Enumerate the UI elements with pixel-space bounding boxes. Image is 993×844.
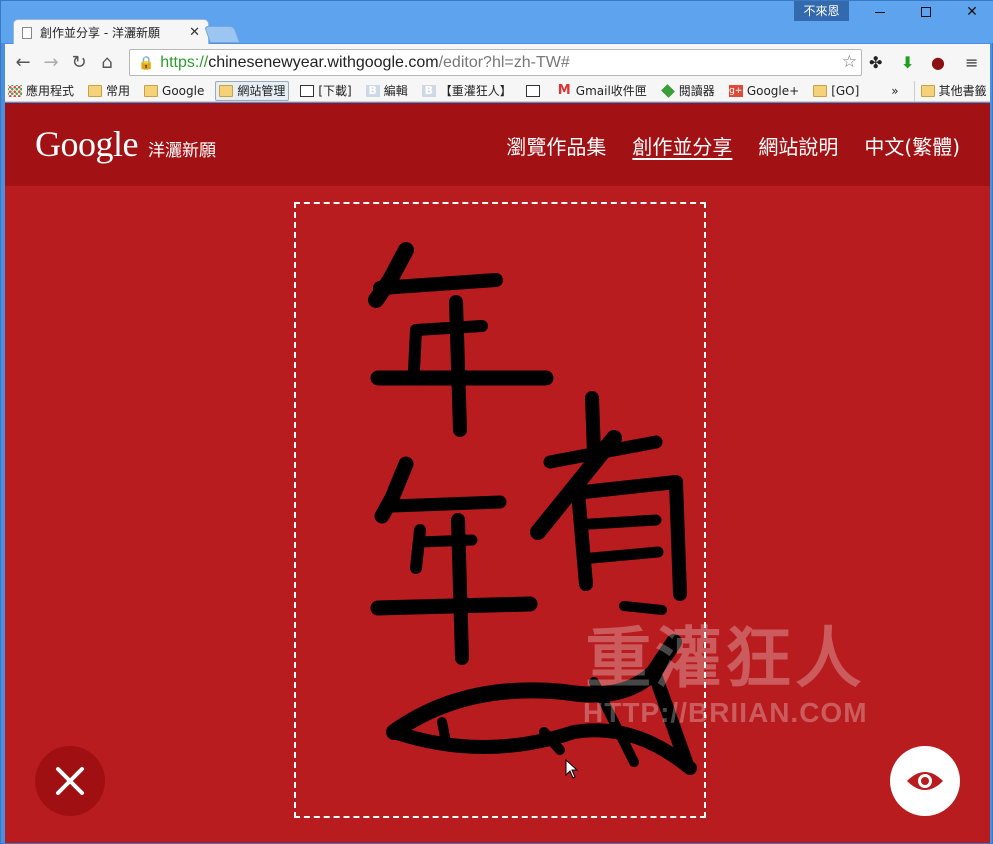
blogger-icon: B xyxy=(421,84,436,97)
maximize-button[interactable] xyxy=(903,1,949,23)
google-plus-icon: g+ xyxy=(728,84,743,97)
site-header: Google 洋灑新願 瀏覽作品集 創作並分享 網站說明 中文(繁體) xyxy=(5,103,990,186)
home-button[interactable]: ⌂ xyxy=(93,48,121,76)
bookmark-google-plus[interactable]: g+ Google+ xyxy=(726,81,802,101)
nav-language[interactable]: 中文(繁體) xyxy=(864,131,960,160)
bookmark-label: 編輯 xyxy=(383,84,408,98)
bookmark-briian[interactable]: B 【重灌狂人】 xyxy=(419,81,515,101)
browser-window: 創作並分享 - 洋灑新願 ✕ 不來恩 ✕ ← → ↻ ⌂ 🔒 https://c… xyxy=(0,0,993,844)
reload-icon: ↻ xyxy=(71,51,87,73)
bookmark-folder-google[interactable]: Google xyxy=(141,81,207,101)
back-arrow-icon: ← xyxy=(15,51,31,73)
url-scheme: https:// xyxy=(160,53,209,71)
page-icon xyxy=(22,26,32,39)
bookmark-label: Google+ xyxy=(746,83,800,98)
minimize-icon xyxy=(875,11,885,13)
bookmark-unnamed[interactable] xyxy=(523,81,547,101)
bookmark-star-icon[interactable]: ☆ xyxy=(842,52,857,72)
nav-help[interactable]: 網站說明 xyxy=(758,131,838,160)
nav-create-share[interactable]: 創作並分享 xyxy=(632,131,732,160)
maximize-icon xyxy=(921,7,931,17)
page-icon xyxy=(525,84,540,97)
bookmark-other[interactable]: 其他書籤 xyxy=(913,80,990,101)
reload-button[interactable]: ↻ xyxy=(65,48,93,76)
web-page: Google 洋灑新願 瀏覽作品集 創作並分享 網站說明 中文(繁體) 重灌狂人… xyxy=(5,103,990,843)
forward-arrow-icon: → xyxy=(43,51,59,73)
clear-button[interactable] xyxy=(35,746,105,816)
menu-icon[interactable]: ≡ xyxy=(965,53,978,72)
tab-close-icon[interactable]: ✕ xyxy=(189,25,200,40)
overflow-chevron-icon: » xyxy=(891,83,899,98)
bookmark-folder-go[interactable]: [GO] xyxy=(810,81,862,101)
bookmark-gmail[interactable]: M Gmail收件匣 xyxy=(555,81,650,101)
nav-gallery[interactable]: 瀏覽作品集 xyxy=(506,131,606,160)
site-logo[interactable]: Google 洋灑新願 xyxy=(35,123,216,165)
url-host: chinesenewyear.withgoogle.com xyxy=(208,53,439,71)
bookmark-label: 常用 xyxy=(106,84,131,98)
bookmark-label: [下載] xyxy=(318,84,352,98)
new-tab-button[interactable] xyxy=(203,26,241,43)
bookmark-label: 閱讀器 xyxy=(678,84,715,98)
blogger-icon: B xyxy=(365,84,380,97)
lock-icon: 🔒 xyxy=(138,54,155,70)
mouse-cursor-icon xyxy=(565,759,579,779)
title-bar: 創作並分享 - 洋灑新願 ✕ 不來恩 ✕ xyxy=(1,1,993,45)
drawing-canvas[interactable] xyxy=(294,202,706,818)
eye-icon xyxy=(907,772,943,790)
bookmark-download[interactable]: [下載] xyxy=(297,81,354,101)
feedly-icon xyxy=(660,83,675,98)
bookmark-label: [GO] xyxy=(831,83,860,98)
bookmark-folder-site-admin[interactable]: 網站管理 xyxy=(215,80,290,101)
close-window-button[interactable]: ✕ xyxy=(949,1,993,23)
logo-subtitle: 洋灑新願 xyxy=(147,141,216,161)
minimize-button[interactable] xyxy=(857,1,903,23)
address-bar[interactable]: 🔒 https://chinesenewyear.withgoogle.com /… xyxy=(129,49,862,76)
bookmark-label: 【重灌狂人】 xyxy=(439,84,512,98)
browser-toolbar: ← → ↻ ⌂ 🔒 https://chinesenewyear.withgoo… xyxy=(5,44,990,80)
apps-grid-icon xyxy=(8,84,22,97)
close-icon: ✕ xyxy=(966,4,978,20)
forward-button[interactable]: → xyxy=(37,48,65,76)
site-nav: 瀏覽作品集 創作並分享 網站說明 中文(繁體) xyxy=(506,131,960,160)
bookmark-folder-common[interactable]: 常用 xyxy=(85,81,133,101)
bookmark-reader[interactable]: 閱讀器 xyxy=(658,81,718,101)
bookmark-edit[interactable]: B 編輯 xyxy=(363,81,411,101)
tab-title: 創作並分享 - 洋灑新願 xyxy=(40,26,160,40)
bookmarks-bar: 應用程式 常用 Google 網站管理 [下載] B 編輯 B 【重灌狂人】 M Gm… xyxy=(5,80,990,102)
url-path: /editor?hl=zh-TW# xyxy=(438,53,570,71)
profile-badge[interactable]: 不來恩 xyxy=(794,1,849,21)
page-icon xyxy=(300,84,315,97)
folder-icon xyxy=(144,84,159,97)
folder-icon xyxy=(88,84,103,97)
preview-button[interactable] xyxy=(890,746,960,816)
download-icon[interactable]: ⬇ xyxy=(901,53,914,72)
home-icon: ⌂ xyxy=(101,51,113,73)
extension-icon[interactable]: ✤ xyxy=(869,53,882,72)
close-icon xyxy=(56,767,84,795)
utorrent-icon[interactable]: ● xyxy=(931,53,945,72)
bookmark-label: Gmail收件匣 xyxy=(575,84,647,98)
bookmarks-overflow-button[interactable]: » xyxy=(888,81,901,101)
bookmark-label: 其他書籤 xyxy=(938,84,987,98)
bookmark-apps[interactable]: 應用程式 xyxy=(5,81,77,101)
folder-icon xyxy=(813,84,828,97)
folder-icon xyxy=(219,84,234,97)
bookmark-label: 網站管理 xyxy=(237,84,286,98)
bookmark-label: Google xyxy=(162,83,205,98)
bookmark-label: 應用程式 xyxy=(26,84,75,98)
gmail-icon: M xyxy=(557,82,571,98)
folder-icon xyxy=(920,84,935,97)
logo-google-text: Google xyxy=(35,124,138,164)
tab-active[interactable]: 創作並分享 - 洋灑新願 ✕ xyxy=(13,19,209,45)
back-button[interactable]: ← xyxy=(9,48,37,76)
